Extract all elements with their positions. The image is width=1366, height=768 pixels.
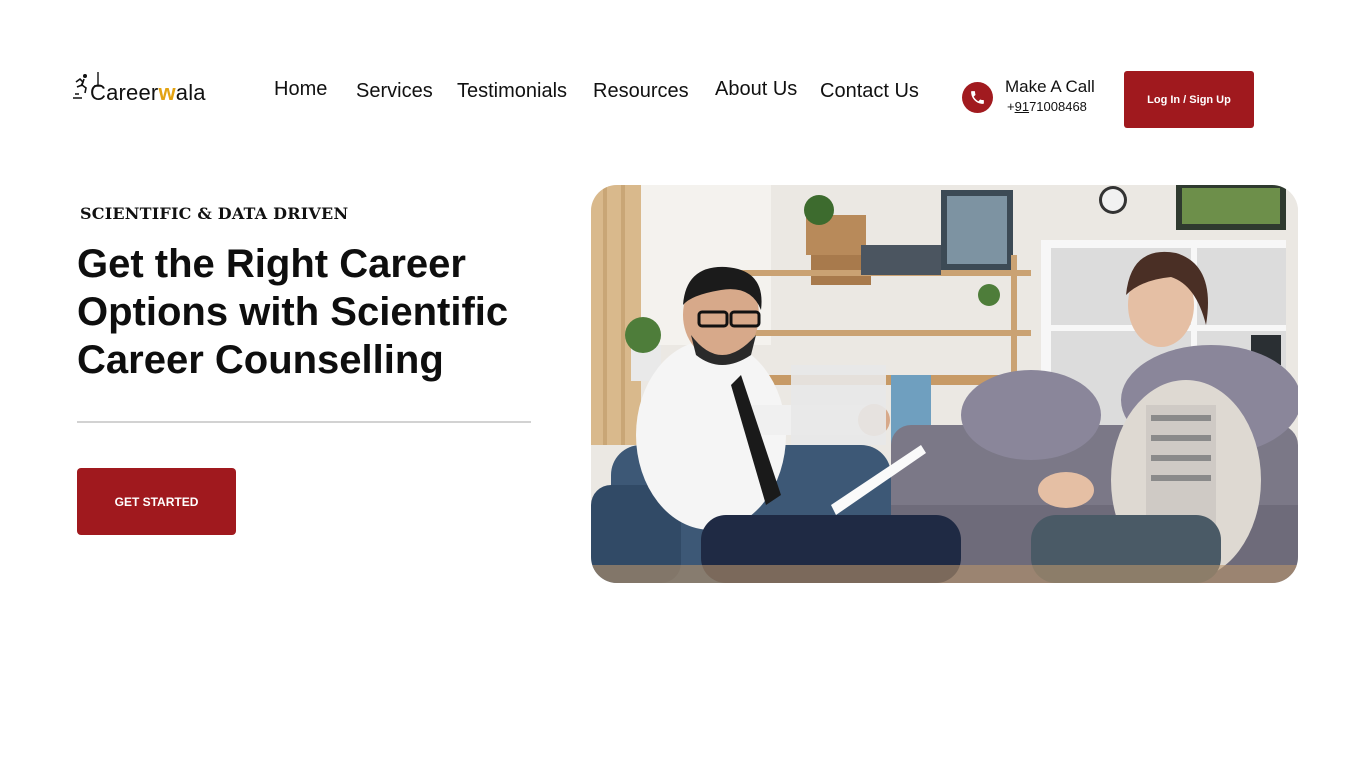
hero-counselling-photo xyxy=(591,185,1298,583)
hero-headline: Get the Right Career Options with Scient… xyxy=(77,242,509,382)
logo-wordmark: Careerwala xyxy=(90,80,206,105)
get-started-button[interactable]: GET STARTED xyxy=(77,468,236,535)
nav-testimonials[interactable]: Testimonials xyxy=(457,80,567,103)
call-number-link[interactable]: +9171008468 xyxy=(1007,99,1087,114)
phone-icon[interactable] xyxy=(962,82,993,113)
call-title: Make A Call xyxy=(1005,77,1095,96)
hero-divider xyxy=(77,421,531,423)
hero-eyebrow: SCIENTIFIC & DATA DRIVEN xyxy=(80,204,349,223)
nav-home[interactable]: Home xyxy=(274,78,327,101)
nav-resources[interactable]: Resources xyxy=(593,80,689,103)
logo[interactable]: Careerwala xyxy=(72,70,224,106)
login-signup-button[interactable]: Log In / Sign Up xyxy=(1124,71,1254,128)
nav-contact-us[interactable]: Contact Us xyxy=(820,80,919,103)
nav-about-us[interactable]: About Us xyxy=(715,78,797,101)
nav-services[interactable]: Services xyxy=(356,80,433,103)
